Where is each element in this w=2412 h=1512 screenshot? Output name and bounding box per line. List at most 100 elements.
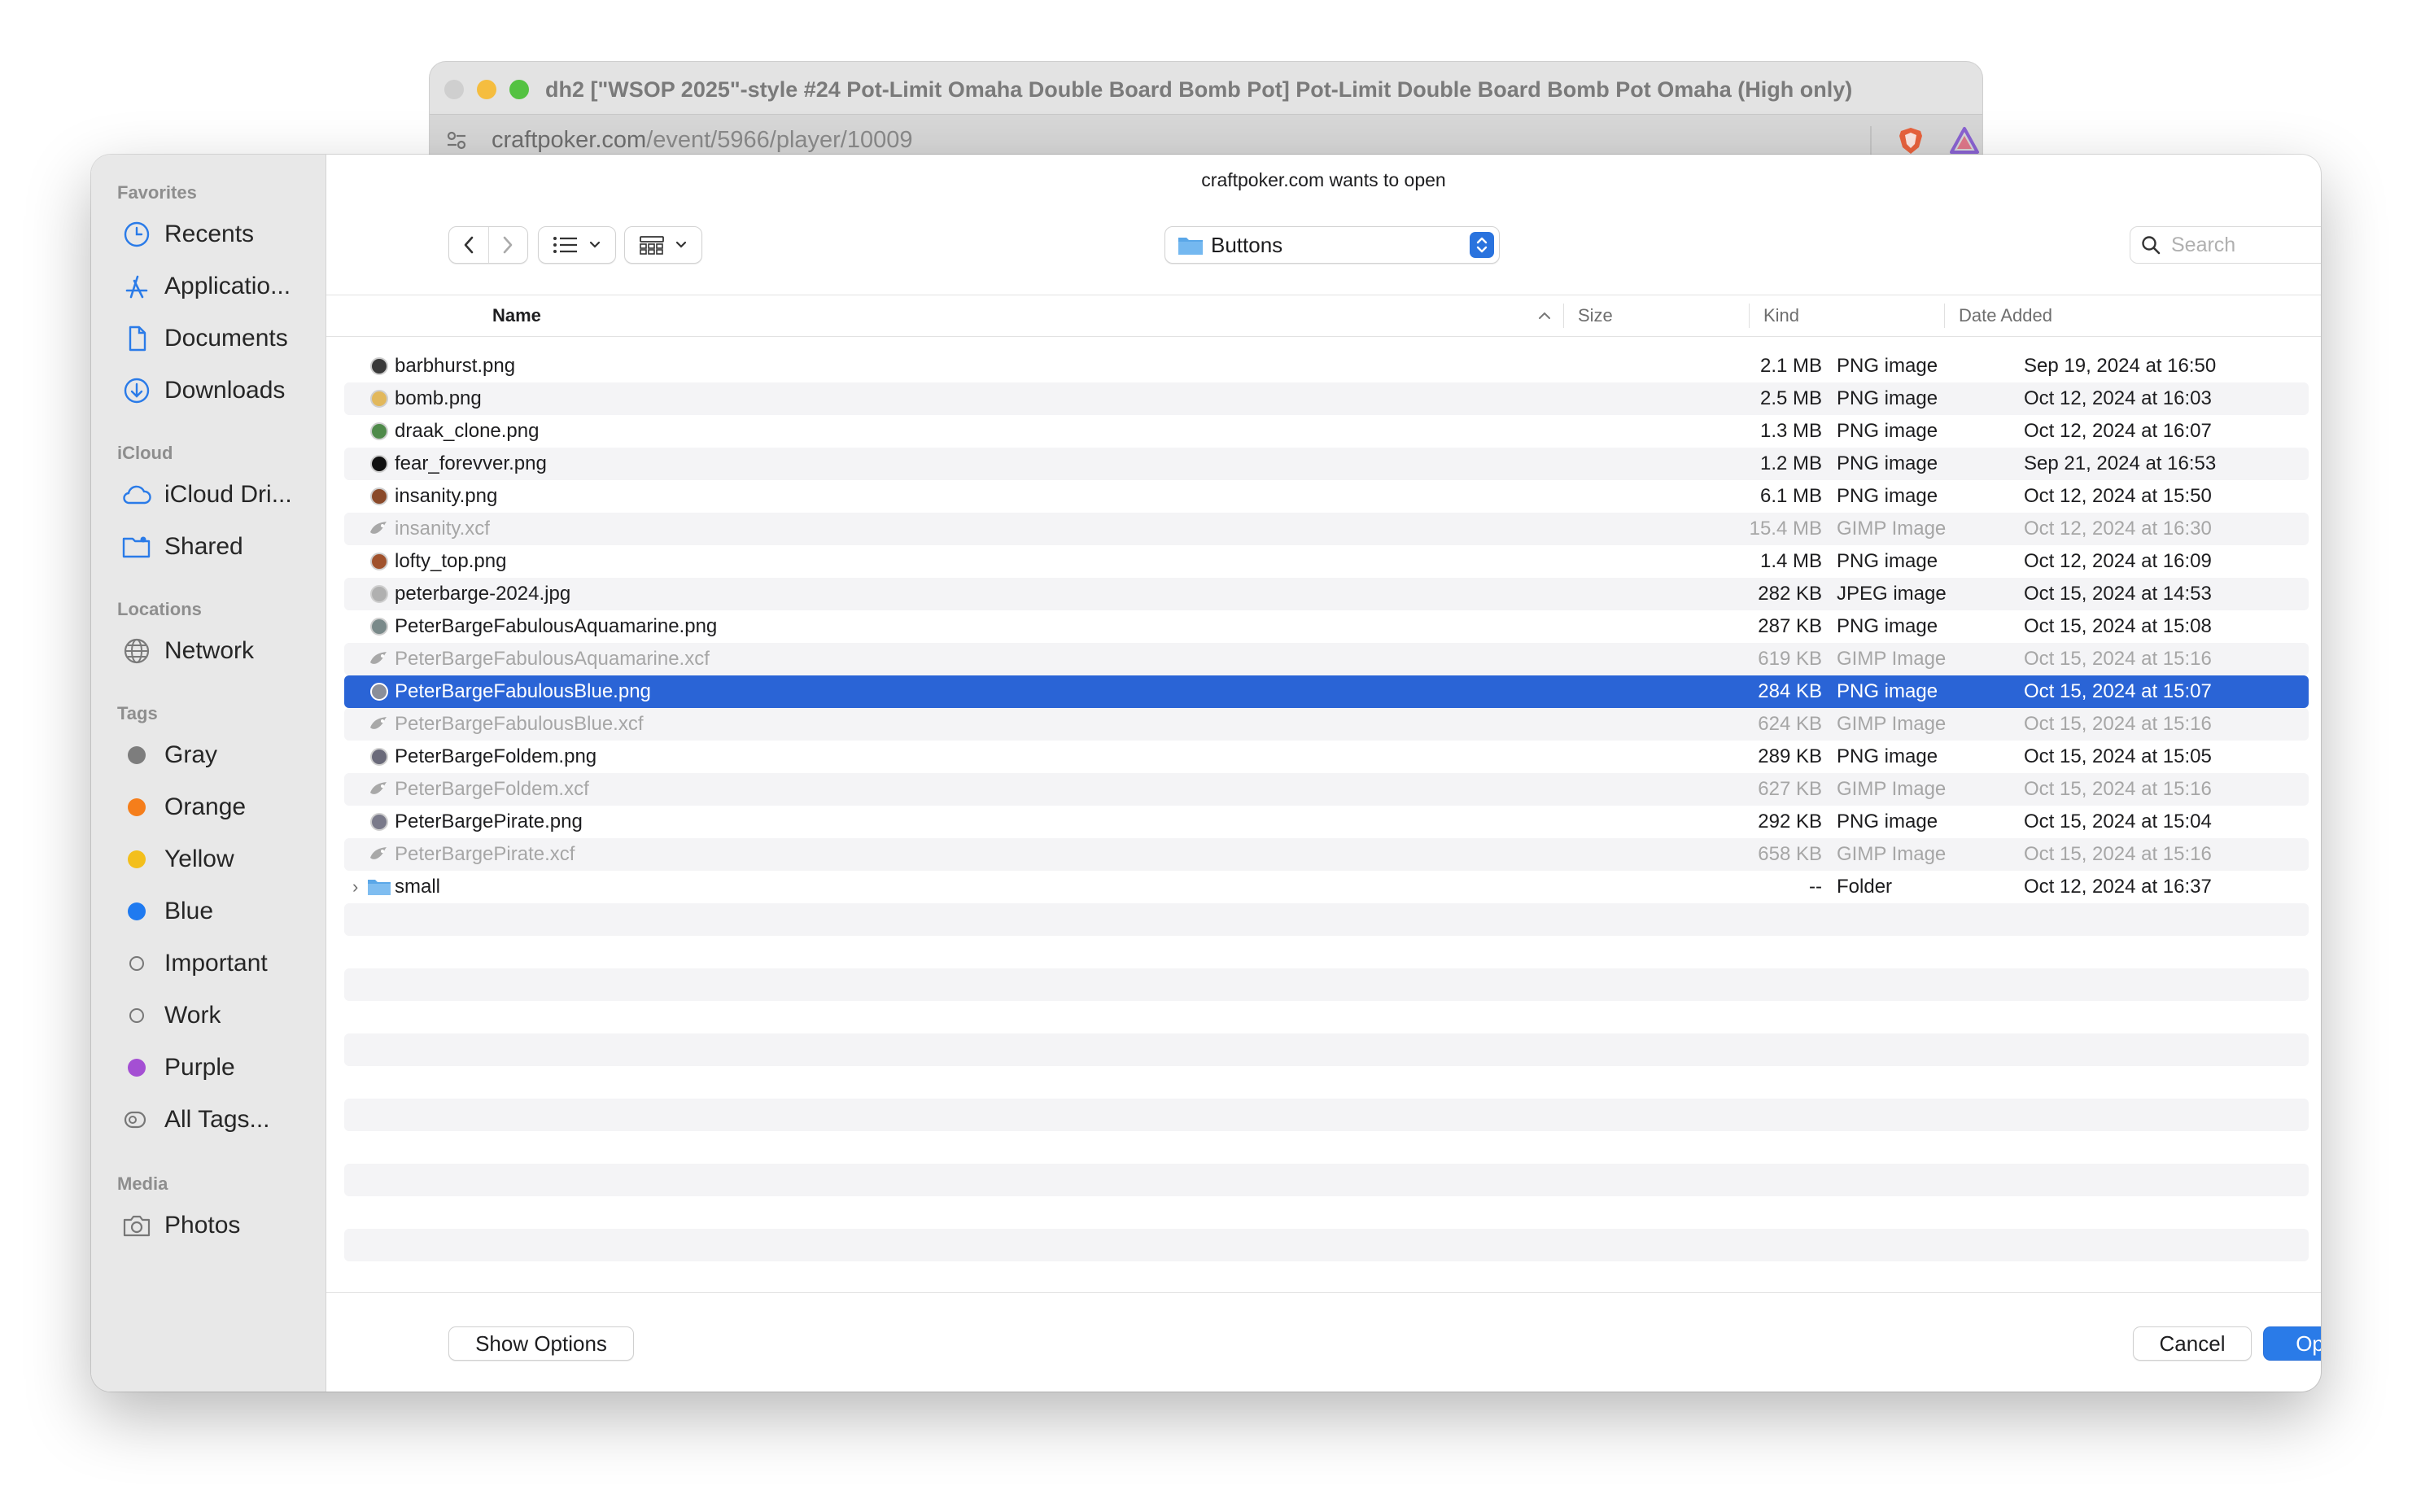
sort-ascending-icon[interactable] bbox=[1537, 311, 1552, 321]
sidebar-tag-orange[interactable]: Orange bbox=[120, 786, 324, 828]
chevron-down-icon bbox=[589, 241, 601, 248]
file-row[interactable]: PeterBargeFabulousBlue.png 284 KB PNG imag… bbox=[344, 675, 2309, 708]
group-by-button[interactable] bbox=[624, 226, 702, 264]
dialog-prompt: craftpoker.com wants to open bbox=[1201, 169, 1446, 190]
column-date-added[interactable]: Date Added bbox=[1959, 295, 2052, 336]
file-name: PeterBargeFabulousBlue.png bbox=[395, 680, 651, 702]
tag-dot-icon bbox=[120, 843, 153, 876]
close-window-button[interactable] bbox=[444, 80, 464, 99]
brave-rewards-icon[interactable] bbox=[1948, 125, 1981, 157]
open-button[interactable]: Open bbox=[2263, 1326, 2321, 1361]
tag-ring bbox=[129, 1008, 144, 1023]
file-date-added: Sep 21, 2024 at 16:53 bbox=[2024, 452, 2217, 474]
tags-heading: Tags bbox=[117, 703, 158, 723]
location-popup[interactable]: Buttons bbox=[1164, 226, 1500, 264]
sidebar-item-icloud-drive[interactable]: iCloud Dri... bbox=[120, 474, 324, 516]
file-kind: PNG image bbox=[1837, 452, 1938, 474]
search-input[interactable] bbox=[2169, 232, 2321, 258]
show-options-button[interactable]: Show Options bbox=[448, 1326, 634, 1361]
cancel-button[interactable]: Cancel bbox=[2133, 1326, 2252, 1361]
sidebar-item-label: Documents bbox=[164, 325, 288, 352]
file-name: draak_clone.png bbox=[395, 420, 540, 442]
sidebar-tag-important[interactable]: Important bbox=[120, 942, 324, 985]
file-row[interactable]: fear_forevver.png 1.2 MB PNG image Sep 21, … bbox=[344, 448, 2309, 480]
sidebar-item-label: Blue bbox=[164, 898, 214, 924]
sidebar-item-shared[interactable]: Shared bbox=[120, 526, 324, 568]
view-mode-button[interactable] bbox=[538, 226, 616, 264]
file-row[interactable]: bomb.png 2.5 MB PNG image Oct 12, 2024 at 1… bbox=[344, 382, 2309, 415]
tag-color bbox=[128, 798, 146, 816]
sidebar-tag-gray[interactable]: Gray bbox=[120, 734, 324, 776]
sidebar-item-label: Shared bbox=[164, 533, 243, 560]
column-size[interactable]: Size bbox=[1578, 295, 1613, 336]
file-row[interactable]: PeterBargeFabulousAquamarine.png 287 KB PN… bbox=[344, 610, 2309, 643]
file-name: PeterBargeFabulousBlue.xcf bbox=[395, 713, 644, 735]
gimp-file-icon bbox=[370, 652, 387, 664]
file-name: PeterBargePirate.xcf bbox=[395, 843, 575, 865]
column-divider[interactable] bbox=[1563, 304, 1564, 328]
globe-icon bbox=[120, 635, 153, 667]
sidebar-item-recents[interactable]: Recents bbox=[120, 213, 324, 256]
sidebar-tag-yellow[interactable]: Yellow bbox=[120, 838, 324, 881]
popup-stepper[interactable] bbox=[1470, 232, 1494, 258]
clock-icon bbox=[120, 218, 153, 251]
site-settings-icon[interactable] bbox=[444, 128, 469, 152]
sidebar-item-label: Yellow bbox=[164, 846, 234, 872]
footer-divider bbox=[326, 1292, 2321, 1293]
column-kind[interactable]: Kind bbox=[1763, 295, 1799, 336]
zoom-window-button[interactable] bbox=[509, 80, 529, 99]
file-row[interactable]: insanity.png 6.1 MB PNG image Oct 12, 2024 … bbox=[344, 480, 2309, 513]
file-size: 1.2 MB bbox=[1759, 452, 1822, 474]
disclosure-chevron-icon[interactable]: › bbox=[352, 871, 358, 903]
file-size: 284 KB bbox=[1758, 680, 1822, 702]
file-name: PeterBargeFabulousAquamarine.png bbox=[395, 615, 718, 637]
sidebar-item-documents[interactable]: Documents bbox=[120, 317, 324, 360]
file-date-added: Oct 12, 2024 at 16:07 bbox=[2024, 420, 2212, 442]
folder-row[interactable]: › small -- Folder Oct 12, 2024 at 16:37 bbox=[344, 871, 2309, 903]
sidebar-item-label: Photos bbox=[164, 1212, 241, 1239]
file-name: PeterBargeFoldem.png bbox=[395, 745, 597, 767]
file-row: PeterBargeFabulousBlue.xcf 624 KB GIMP Ima… bbox=[344, 708, 2309, 741]
back-button[interactable] bbox=[449, 227, 489, 263]
file-kind: PNG image bbox=[1837, 811, 1938, 832]
file-name: PeterBargeFoldem.xcf bbox=[395, 778, 589, 800]
sidebar-all-tags[interactable]: All Tags... bbox=[120, 1099, 324, 1141]
forward-button[interactable] bbox=[489, 227, 528, 263]
file-row[interactable]: draak_clone.png 1.3 MB PNG image Oct 12, 20… bbox=[344, 415, 2309, 448]
file-date-added: Oct 15, 2024 at 15:08 bbox=[2024, 615, 2212, 637]
minimize-window-button[interactable] bbox=[477, 80, 496, 99]
file-kind: PNG image bbox=[1837, 485, 1938, 507]
file-row[interactable]: PeterBargeFoldem.png 289 KB PNG image Oct 1… bbox=[344, 741, 2309, 773]
favorites-heading: Favorites bbox=[117, 182, 197, 203]
file-row[interactable]: peterbarge-2024.jpg 282 KB JPEG image Oct 1… bbox=[344, 578, 2309, 610]
file-row[interactable]: PeterBargePirate.png 292 KB PNG image Oct 1… bbox=[344, 806, 2309, 838]
url-text[interactable]: craftpoker.com/event/5966/player/10009 bbox=[492, 121, 913, 159]
sidebar-item-label: All Tags... bbox=[164, 1106, 270, 1133]
column-name[interactable]: Name bbox=[492, 295, 541, 336]
file-size: 292 KB bbox=[1758, 811, 1822, 832]
file-row[interactable]: barbhurst.png 2.1 MB PNG image Sep 19, 2024… bbox=[344, 350, 2309, 382]
sidebar-item-label: Purple bbox=[164, 1054, 235, 1081]
search-icon bbox=[2142, 236, 2161, 255]
sidebar-item-photos[interactable]: Photos bbox=[120, 1204, 324, 1247]
column-divider[interactable] bbox=[1749, 304, 1750, 328]
gimp-file-icon bbox=[370, 522, 387, 534]
sidebar-tag-blue[interactable]: Blue bbox=[120, 890, 324, 933]
file-row[interactable]: lofty_top.png 1.4 MB PNG image Oct 12, 2024… bbox=[344, 545, 2309, 578]
file-kind: PNG image bbox=[1837, 680, 1938, 702]
shared-folder-icon bbox=[120, 531, 153, 563]
tag-color bbox=[128, 746, 146, 764]
image-thumbnail-icon bbox=[370, 357, 388, 375]
sidebar-item-applications[interactable]: Applicatio... bbox=[120, 265, 324, 308]
file-size: 619 KB bbox=[1758, 648, 1822, 670]
brave-shields-icon[interactable] bbox=[1894, 125, 1927, 157]
file-row: insanity.xcf 15.4 MB GIMP Image Oct 12, 202… bbox=[344, 513, 2309, 545]
sidebar-item-downloads[interactable]: Downloads bbox=[120, 369, 324, 412]
column-divider[interactable] bbox=[1944, 304, 1945, 328]
sidebar-tag-purple[interactable]: Purple bbox=[120, 1047, 324, 1089]
search-field[interactable] bbox=[2130, 226, 2321, 264]
sidebar-tag-work[interactable]: Work bbox=[120, 994, 324, 1037]
file-date-added: Oct 12, 2024 at 15:50 bbox=[2024, 485, 2212, 507]
chevron-right-icon bbox=[503, 236, 513, 254]
sidebar-item-network[interactable]: Network bbox=[120, 630, 324, 672]
